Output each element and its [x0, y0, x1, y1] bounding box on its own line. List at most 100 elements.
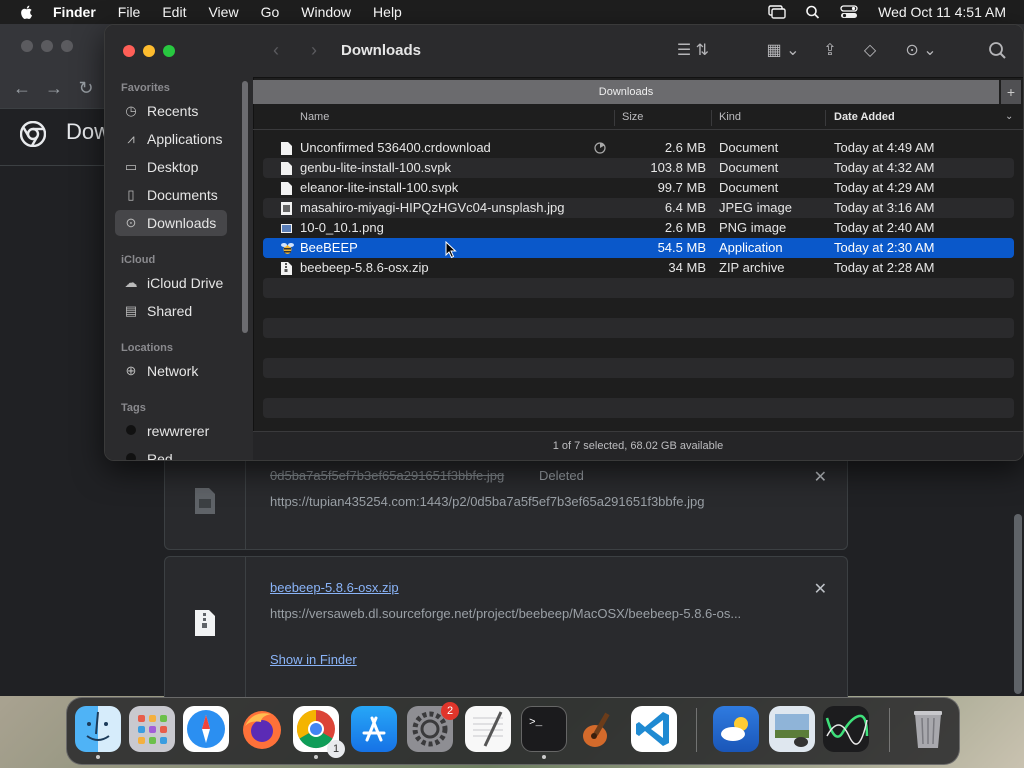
forward-chevron-icon[interactable]: › — [311, 40, 317, 61]
chrome-close-button[interactable] — [21, 40, 33, 52]
activity-monitor-dock-icon[interactable] — [823, 706, 869, 752]
column-date-added[interactable]: Date Added — [834, 111, 895, 123]
menu-edit[interactable]: Edit — [162, 4, 186, 20]
search-icon[interactable] — [987, 41, 1009, 61]
tag-icon[interactable]: ◇ — [859, 41, 881, 61]
file-row[interactable]: eleanor-lite-install-100.svpk 99.7 MB Do… — [263, 178, 1014, 198]
chrome-zoom-button[interactable] — [61, 40, 73, 52]
path-bar[interactable]: Downloads — [253, 80, 999, 104]
menu-window[interactable]: Window — [301, 4, 351, 20]
remove-download-close-icon[interactable]: ✕ — [814, 467, 827, 487]
sidebar-item-label: Recents — [147, 103, 199, 119]
chrome-minimize-button[interactable] — [41, 40, 53, 52]
menu-go[interactable]: Go — [261, 4, 280, 20]
close-button[interactable] — [123, 45, 135, 57]
file-date: Today at 4:32 AM — [834, 160, 935, 175]
chrome-scrollbar[interactable] — [1014, 514, 1022, 694]
applications-icon: ⩘ — [127, 131, 135, 146]
network-icon: ⊕ — [125, 363, 137, 378]
system-settings-dock-icon[interactable]: 2 — [407, 702, 459, 752]
sidebar-item-recents[interactable]: ◷ Recents — [115, 98, 227, 124]
chrome-dock-icon[interactable]: 1 — [293, 706, 345, 759]
back-arrow-icon[interactable]: ← — [12, 78, 32, 98]
download-url: https://versaweb.dl.sourceforge.net/proj… — [270, 606, 742, 621]
png-icon — [281, 224, 292, 233]
forward-arrow-icon[interactable]: → — [44, 78, 64, 98]
download-filename-link[interactable]: beebeep-5.8.6-osx.zip — [270, 580, 399, 595]
file-kind: ZIP archive — [719, 260, 785, 275]
menu-view[interactable]: View — [208, 4, 238, 20]
share-icon[interactable]: ⇪ — [819, 41, 841, 61]
screen-mirroring-icon[interactable] — [768, 5, 786, 19]
tag-dot-icon — [123, 424, 139, 438]
column-kind[interactable]: Kind — [719, 111, 741, 123]
sidebar-item-documents[interactable]: ▯ Documents — [115, 182, 227, 208]
safari-dock-icon[interactable] — [183, 706, 229, 752]
sidebar-item-label: Documents — [147, 187, 218, 203]
weather-dock-icon[interactable] — [713, 706, 759, 752]
sort-chevron-icon[interactable]: ⌄ — [1005, 111, 1013, 122]
file-date: Today at 4:29 AM — [834, 180, 935, 195]
trash-dock-icon[interactable] — [905, 706, 951, 752]
app-store-dock-icon[interactable] — [351, 706, 397, 752]
sidebar-tag-red[interactable]: Red — [115, 446, 227, 461]
group-by-icon[interactable]: ▦ ⌄ — [763, 41, 803, 61]
search-icon[interactable] — [804, 5, 822, 19]
chrome-badge: 1 — [327, 740, 345, 758]
file-kind: Document — [719, 180, 779, 195]
show-in-finder-link[interactable]: Show in Finder — [270, 652, 357, 667]
tag-dot-icon — [123, 452, 139, 460]
file-row[interactable]: 10-0_10.1.png 2.6 MB PNG image Today at … — [263, 218, 1014, 238]
column-header: Name Size Kind Date Added ⌄ — [253, 107, 1023, 130]
sidebar-item-icloud-drive[interactable]: ☁ iCloud Drive — [115, 270, 227, 296]
preview-dock-icon[interactable] — [769, 706, 815, 752]
column-size[interactable]: Size — [622, 111, 643, 123]
sidebar-item-label: Red — [147, 451, 173, 461]
sidebar-item-applications[interactable]: ⩘ Applications — [115, 126, 227, 152]
zoom-button[interactable] — [163, 45, 175, 57]
control-center-icon[interactable] — [840, 5, 858, 19]
garageband-dock-icon[interactable] — [575, 706, 621, 752]
menu-file[interactable]: File — [118, 4, 141, 20]
terminal-dock-icon[interactable]: >_ — [521, 706, 567, 759]
apple-logo-icon[interactable] — [19, 4, 35, 20]
chrome-logo-icon — [20, 121, 46, 147]
sidebar-item-label: Applications — [147, 131, 223, 147]
file-date: Today at 2:40 AM — [834, 220, 935, 235]
sidebar-item-network[interactable]: ⊕ Network — [115, 358, 227, 384]
sidebar-item-shared[interactable]: ▤ Shared — [115, 298, 227, 324]
firefox-dock-icon[interactable] — [239, 706, 285, 752]
menu-help[interactable]: Help — [373, 4, 402, 20]
column-name[interactable]: Name — [300, 111, 329, 123]
file-row[interactable]: masahiro-miyagi-HIPQzHGVc04-unsplash.jpg… — [263, 198, 1014, 218]
new-tab-plus-icon[interactable]: + — [1001, 80, 1021, 104]
sidebar-item-desktop[interactable]: ▭ Desktop — [115, 154, 227, 180]
file-name: genbu-lite-install-100.svpk — [300, 160, 452, 175]
launchpad-dock-icon[interactable] — [129, 706, 175, 752]
file-row[interactable]: Unconfirmed 536400.crdownload 2.6 MB Doc… — [263, 138, 1014, 158]
menu-clock[interactable]: Wed Oct 11 4:51 AM — [878, 4, 1006, 20]
file-date: Today at 2:30 AM — [834, 240, 935, 255]
minimize-button[interactable] — [143, 45, 155, 57]
vscode-dock-icon[interactable] — [631, 706, 677, 752]
sidebar-tag-rewwrerer[interactable]: rewwrerer — [115, 418, 227, 444]
file-row[interactable]: beebeep-5.8.6-osx.zip 34 MB ZIP archive … — [263, 258, 1014, 278]
sidebar-section-tags: Tags — [121, 402, 146, 414]
file-name: Unconfirmed 536400.crdownload — [300, 140, 491, 155]
more-actions-icon[interactable]: ⊙ ⌄ — [901, 41, 941, 61]
reload-icon[interactable]: ↻ — [76, 78, 96, 98]
sidebar-section-locations: Locations — [121, 342, 173, 354]
back-chevron-icon[interactable]: ‹ — [273, 40, 279, 61]
file-row-selected[interactable]: BeeBEEP 54.5 MB Application Today at 2:3… — [263, 238, 1014, 258]
finder-dock-icon[interactable] — [75, 706, 121, 759]
sidebar-item-downloads[interactable]: ⊙ Downloads — [115, 210, 227, 236]
file-name: masahiro-miyagi-HIPQzHGVc04-unsplash.jpg — [300, 200, 565, 215]
menu-app-finder[interactable]: Finder — [53, 4, 96, 20]
sidebar-item-label: Shared — [147, 303, 193, 319]
sidebar-scrollbar[interactable] — [242, 81, 248, 333]
list-view-icon[interactable]: ☰ ⇅ — [673, 41, 713, 61]
file-row[interactable]: genbu-lite-install-100.svpk 103.8 MB Doc… — [263, 158, 1014, 178]
file-date: Today at 2:28 AM — [834, 260, 935, 275]
textedit-dock-icon[interactable] — [465, 706, 511, 752]
remove-download-close-icon[interactable]: ✕ — [814, 579, 827, 599]
